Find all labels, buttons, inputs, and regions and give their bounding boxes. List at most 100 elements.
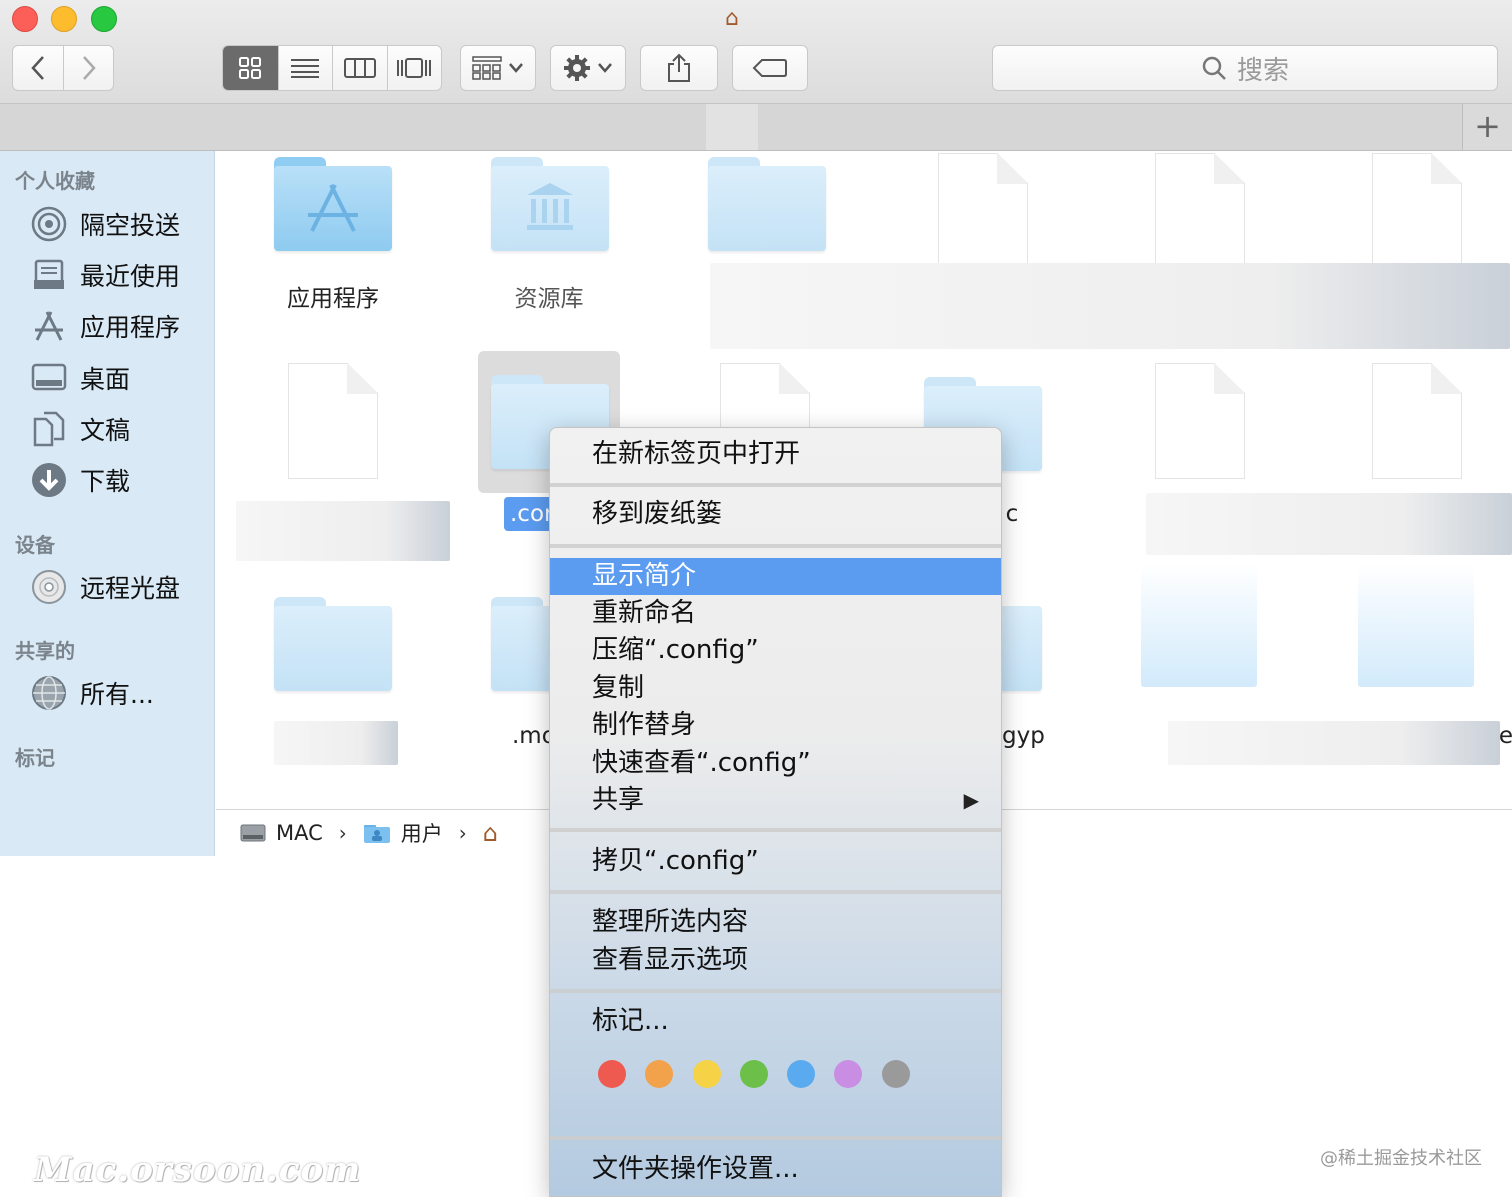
nav-button-group	[12, 45, 114, 91]
close-window-button[interactable]	[12, 6, 38, 32]
file-label[interactable]: 资源库	[476, 279, 622, 313]
menu-item-get-info[interactable]: 显示简介	[550, 558, 1001, 595]
sidebar-item-recents[interactable]: 最近使用	[30, 252, 180, 298]
redacted-label	[274, 721, 398, 765]
document-icon[interactable]	[1155, 363, 1245, 479]
sidebar-item-airdrop[interactable]: 隔空投送	[30, 201, 180, 247]
menu-separator	[550, 1136, 1001, 1140]
grid-icon	[239, 57, 262, 79]
search-placeholder: 搜索	[1236, 55, 1289, 86]
chevron-down-icon	[509, 63, 523, 73]
search-field[interactable]: 搜索	[992, 45, 1498, 91]
sidebar-item-label: 所有...	[80, 680, 154, 709]
arrange-grid-icon	[472, 56, 502, 80]
sidebar-item-desktop[interactable]: 桌面	[30, 355, 130, 401]
sidebar-item-applications[interactable]: 应用程序	[30, 303, 180, 349]
columns-icon	[343, 58, 376, 78]
airdrop-icon	[30, 205, 68, 243]
menu-item-open-in-new-tab[interactable]: 在新标签页中打开	[550, 436, 1001, 473]
list-icon	[291, 59, 320, 78]
applications-folder-icon[interactable]	[274, 157, 392, 251]
path-chevron-icon: ›	[338, 821, 347, 845]
sidebar-item-label: 隔空投送	[80, 211, 181, 240]
tag-color-red[interactable]	[598, 1060, 626, 1088]
back-button[interactable]	[13, 46, 63, 90]
file-label[interactable]: c	[1002, 501, 1022, 527]
document-icon[interactable]	[938, 153, 1028, 269]
redacted-labels	[710, 263, 1510, 349]
users-folder-icon	[363, 825, 390, 843]
recents-icon	[30, 256, 68, 294]
document-icon[interactable]	[288, 363, 378, 479]
menu-item-clean-up-selection[interactable]: 整理所选内容	[550, 904, 1001, 941]
tab-bar: +	[0, 104, 1512, 151]
menu-item-tags[interactable]: 标记...	[550, 1003, 1001, 1040]
sidebar-header-tags: 标记	[15, 746, 55, 770]
menu-item-show-view-options[interactable]: 查看显示选项	[550, 942, 1001, 979]
menu-item-move-to-trash[interactable]: 移到废纸篓	[550, 496, 1001, 533]
sidebar-item-remote-disc[interactable]: 远程光盘	[30, 564, 180, 610]
tag-color-blue[interactable]	[787, 1060, 815, 1088]
action-button[interactable]	[550, 45, 626, 91]
file-label[interactable]: gyp	[1002, 723, 1062, 749]
document-icon[interactable]	[1155, 153, 1245, 269]
file-label[interactable]: .mo	[512, 723, 556, 749]
tag-color-gray[interactable]	[882, 1060, 910, 1088]
tag-color-yellow[interactable]	[693, 1060, 721, 1088]
chevron-down-icon	[598, 63, 612, 73]
tag-icon	[752, 59, 787, 77]
menu-item-make-alias[interactable]: 制作替身	[550, 707, 1001, 744]
search-icon	[1202, 56, 1226, 80]
sidebar-item-label: 最近使用	[80, 262, 181, 291]
menu-item-compress[interactable]: 压缩“.config”	[550, 632, 1001, 669]
redacted-label	[236, 501, 450, 561]
applications-icon	[30, 307, 68, 345]
folder-icon[interactable]	[274, 597, 392, 691]
sidebar: 个人收藏 隔空投送 最近使用 应用程序 桌面 文稿 下载 设备 远程光盘 共享的…	[0, 151, 215, 856]
path-item-mac[interactable]: MAC	[276, 821, 323, 845]
menu-separator	[550, 483, 1001, 487]
tag-color-purple[interactable]	[834, 1060, 862, 1088]
home-folder-icon: ⌂	[725, 6, 739, 31]
share-button[interactable]	[640, 45, 718, 91]
menu-item-folder-actions-setup[interactable]: 文件夹操作设置...	[550, 1151, 1001, 1188]
menu-item-rename[interactable]: 重新命名	[550, 595, 1001, 632]
document-icon[interactable]	[1372, 363, 1462, 479]
edit-tags-button[interactable]	[732, 45, 808, 91]
downloads-icon	[30, 461, 68, 499]
gallery-view-button[interactable]	[386, 46, 442, 90]
minimize-window-button[interactable]	[51, 6, 77, 32]
home-icon[interactable]: ⌂	[483, 819, 498, 847]
folder-icon[interactable]	[1358, 563, 1474, 687]
menu-item-duplicate[interactable]: 复制	[550, 670, 1001, 707]
icon-view-button[interactable]	[223, 46, 278, 90]
column-view-button[interactable]	[332, 46, 387, 90]
tag-color-orange[interactable]	[645, 1060, 673, 1088]
forward-button[interactable]	[63, 46, 113, 90]
sidebar-item-documents[interactable]: 文稿	[30, 406, 130, 452]
folder-icon[interactable]	[708, 157, 826, 251]
library-folder-icon[interactable]	[491, 157, 609, 251]
sidebar-item-downloads[interactable]: 下载	[30, 457, 130, 503]
new-tab-button[interactable]: +	[1462, 104, 1512, 150]
list-view-button[interactable]	[277, 46, 333, 90]
path-item-users[interactable]: 用户	[401, 818, 443, 848]
document-icon[interactable]	[1372, 153, 1462, 269]
menu-separator	[550, 989, 1001, 993]
sidebar-item-label: 远程光盘	[80, 574, 181, 603]
file-label[interactable]: 应用程序	[260, 279, 406, 313]
tag-color-green[interactable]	[740, 1060, 768, 1088]
documents-icon	[30, 410, 68, 448]
folder-icon[interactable]	[1141, 563, 1257, 687]
menu-item-share[interactable]: 共享 ▶	[550, 782, 1001, 819]
menu-item-copy[interactable]: 拷贝“.config”	[550, 843, 1001, 880]
menu-item-quick-look[interactable]: 快速查看“.config”	[550, 745, 1001, 782]
sidebar-item-all-shared[interactable]: 所有...	[30, 670, 154, 716]
toolbar: ⌂ 搜索	[0, 0, 1512, 104]
arrange-button[interactable]	[460, 45, 536, 91]
file-label[interactable]: e	[1498, 723, 1512, 749]
zoom-window-button[interactable]	[91, 6, 117, 32]
sidebar-item-label: 下载	[80, 467, 131, 496]
chevron-left-icon	[31, 56, 44, 80]
sidebar-header-devices: 设备	[15, 533, 55, 557]
